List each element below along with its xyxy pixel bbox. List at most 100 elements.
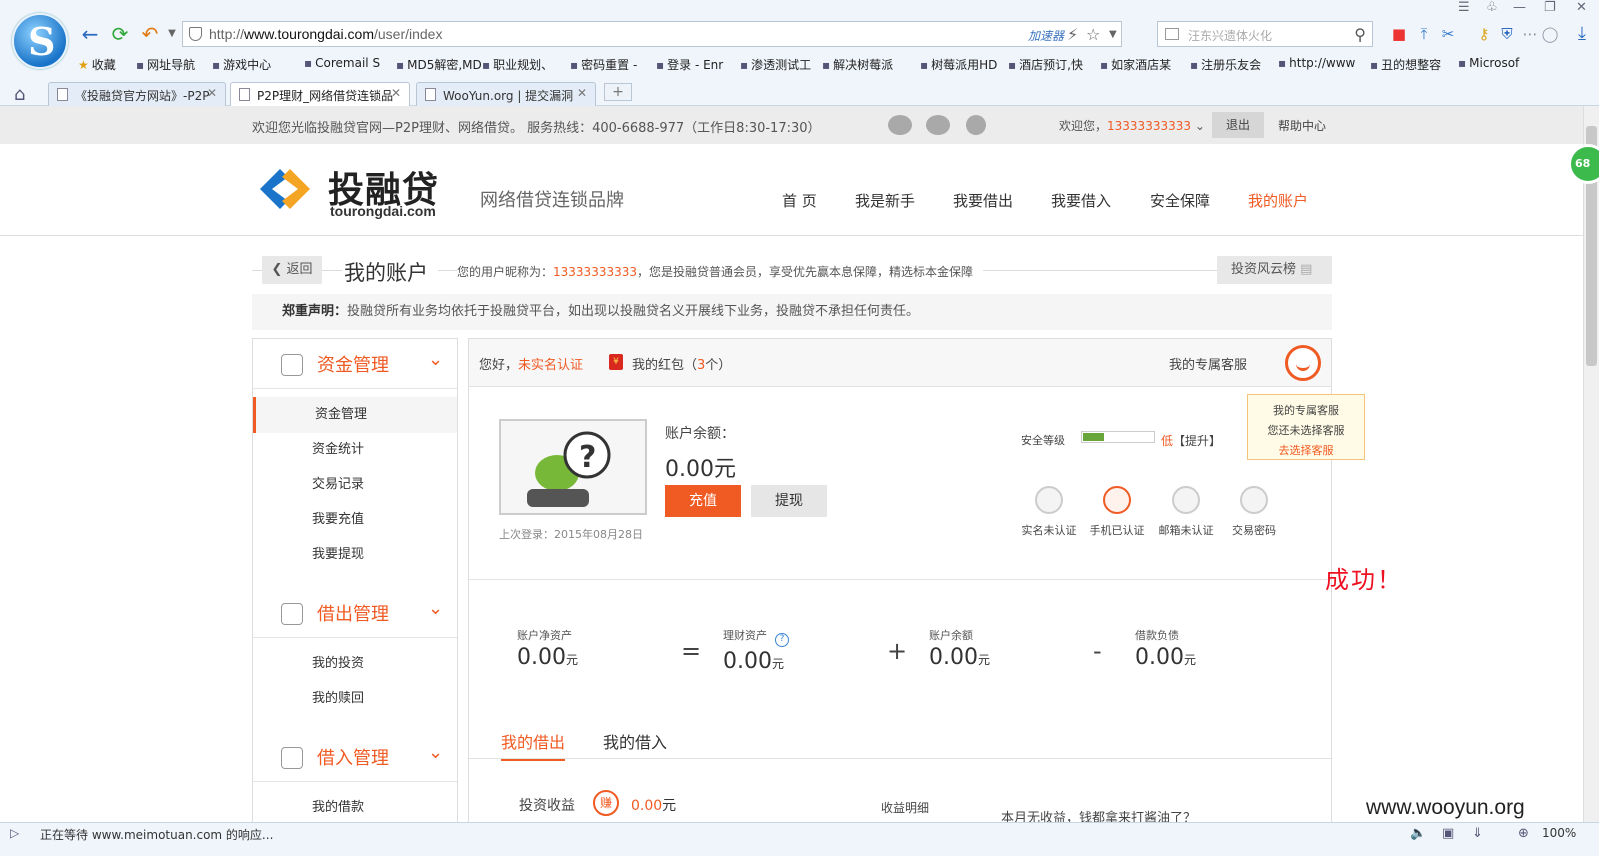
- star-icon[interactable]: ☆: [1086, 25, 1100, 44]
- bookmark-item[interactable]: ▪ 树莓派用HD: [920, 56, 997, 73]
- nav-item[interactable]: 我是新手: [855, 190, 915, 211]
- withdraw-button[interactable]: 提现: [751, 485, 827, 517]
- search-input[interactable]: 汪东兴遗体火化: [1188, 27, 1272, 44]
- lending-tab[interactable]: 我的借出: [501, 729, 566, 761]
- avatar[interactable]: ?: [499, 419, 647, 515]
- volume-icon[interactable]: 🔈: [1410, 826, 1426, 841]
- chevron-down-icon[interactable]: ⌄: [428, 742, 443, 763]
- skin-icon[interactable]: ♧: [1486, 0, 1498, 15]
- key-icon[interactable]: ⚷: [1474, 24, 1494, 44]
- back-arrow-icon[interactable]: ←: [78, 22, 102, 46]
- download-status-icon[interactable]: ⇓: [1472, 826, 1483, 841]
- sidebar-item[interactable]: 我的赎回: [253, 681, 457, 717]
- bookmark-item[interactable]: ▪ 密码重置 -: [570, 56, 637, 73]
- investment-rank-button[interactable]: 投资风云榜 ▤: [1217, 256, 1332, 284]
- screenshot-icon[interactable]: ▣: [1442, 826, 1454, 841]
- weibo-icon[interactable]: [888, 115, 912, 135]
- search-engine-icon[interactable]: [1165, 28, 1179, 40]
- customer-service-icon[interactable]: [1285, 345, 1321, 381]
- restore-icon[interactable]: ❐: [1544, 0, 1556, 15]
- chevron-down-icon[interactable]: ⌄: [428, 598, 443, 619]
- menu-circle-icon[interactable]: ◯: [1540, 24, 1560, 44]
- minimize-icon[interactable]: —: [1513, 0, 1526, 15]
- refresh-icon[interactable]: ⟳: [108, 22, 132, 46]
- new-tab-button[interactable]: +: [604, 83, 632, 101]
- lightning-icon[interactable]: ⚡: [1067, 25, 1078, 44]
- tab-close-icon[interactable]: ✕: [577, 86, 587, 100]
- help-icon[interactable]: ?: [775, 633, 789, 647]
- bookmark-item[interactable]: ▪ http://www: [1278, 56, 1355, 70]
- address-dropdown-icon[interactable]: ▼: [1109, 29, 1117, 40]
- zoom-icon[interactable]: ⊕: [1518, 826, 1529, 841]
- browser-tab[interactable]: WooYun.org | 提交漏洞 ✕: [416, 82, 596, 106]
- shield-extension-icon[interactable]: ⛨: [1497, 24, 1517, 44]
- chevron-down-icon[interactable]: ⌄: [428, 349, 443, 370]
- zoom-level[interactable]: 100%: [1542, 826, 1576, 840]
- nav-item[interactable]: 我的账户: [1248, 190, 1308, 211]
- bookmark-item[interactable]: ▪ Coremail S: [304, 56, 380, 70]
- extension-download-icon[interactable]: ⤒: [1414, 24, 1434, 44]
- sidebar-item[interactable]: 我要提现: [253, 537, 457, 573]
- address-url[interactable]: http://www.tourongdai.com/user/index: [209, 26, 442, 42]
- back-button[interactable]: ❮ 返回: [262, 256, 322, 284]
- qq-icon[interactable]: [966, 115, 986, 135]
- sidebar-toggle-icon[interactable]: ▷: [10, 826, 19, 840]
- more-icon[interactable]: ⋯: [1520, 24, 1540, 44]
- verification-item[interactable]: 邮箱未认证: [1151, 486, 1221, 538]
- address-bar[interactable]: http://www.tourongdai.com/user/index 加速器…: [182, 21, 1122, 47]
- bookmark-item[interactable]: ▪ MD5解密,MD: [396, 56, 482, 73]
- download-icon[interactable]: ⤓: [1572, 24, 1592, 44]
- sidebar-item[interactable]: 交易记录: [253, 467, 457, 503]
- verification-item[interactable]: 实名未认证: [1014, 486, 1084, 538]
- nav-item[interactable]: 安全保障: [1150, 190, 1210, 211]
- sidebar-item[interactable]: 我的投资: [253, 646, 457, 682]
- bookmark-item[interactable]: ★ 收藏: [78, 56, 116, 73]
- bookmark-item[interactable]: ▪ 渗透测试工: [740, 56, 811, 73]
- logout-button[interactable]: 退出: [1212, 112, 1264, 138]
- verification-item[interactable]: 手机已认证: [1082, 486, 1152, 538]
- menu-icon[interactable]: ☰: [1458, 0, 1470, 15]
- browser-tab[interactable]: 《投融贷官方网站》-P2P ✕: [48, 82, 226, 106]
- bookmark-item[interactable]: ▪ 网址导航: [136, 56, 195, 73]
- wechat-icon[interactable]: [926, 115, 950, 135]
- extension-pink-icon[interactable]: ■: [1389, 24, 1409, 44]
- bookmark-item[interactable]: ▪ 游戏中心: [212, 56, 271, 73]
- sidebar-item[interactable]: 我要充值: [253, 502, 457, 538]
- close-window-icon[interactable]: ✕: [1576, 0, 1587, 15]
- undo-dropdown-icon[interactable]: ▼: [160, 22, 184, 46]
- nav-item[interactable]: 我要借入: [1051, 190, 1111, 211]
- scrollbar[interactable]: [1583, 106, 1599, 836]
- sidebar-item[interactable]: 资金统计: [253, 432, 457, 468]
- security-upgrade-link[interactable]: 【提升】: [1173, 432, 1221, 449]
- bookmark-item[interactable]: ▪ 职业规划、: [482, 56, 553, 73]
- browser-tab[interactable]: P2P理财_网络借贷连锁品 ✕: [230, 82, 410, 106]
- lending-tab[interactable]: 我的借入: [603, 729, 667, 753]
- user-greeting[interactable]: 欢迎您，13333333333 ⌄: [1059, 117, 1205, 134]
- tab-close-icon[interactable]: ✕: [391, 86, 401, 100]
- verification-item[interactable]: 交易密码: [1219, 486, 1289, 538]
- bookmark-item[interactable]: ▪ 如家酒店某: [1100, 56, 1171, 73]
- sidebar-section-header[interactable]: 资金管理 ⌄: [253, 339, 457, 389]
- tab-close-icon[interactable]: ✕: [207, 86, 217, 100]
- scissors-icon[interactable]: ✂: [1438, 24, 1458, 44]
- verify-status-link[interactable]: 未实名认证: [518, 358, 583, 373]
- sidebar-section-header[interactable]: 借出管理 ⌄: [253, 588, 457, 638]
- sidebar-item[interactable]: 我的借款: [253, 790, 457, 826]
- nav-item[interactable]: 我要借出: [953, 190, 1013, 211]
- sidebar-section-header[interactable]: 借入管理 ⌄: [253, 732, 457, 782]
- earnings-detail-label[interactable]: 收益明细: [881, 799, 929, 816]
- search-box[interactable]: 汪东兴遗体火化 ⚲: [1157, 21, 1373, 47]
- nav-item[interactable]: 首 页: [782, 190, 817, 211]
- bookmark-item[interactable]: ▪ 解决树莓派: [822, 56, 893, 73]
- accelerator-label[interactable]: 加速器: [1028, 27, 1064, 44]
- search-icon[interactable]: ⚲: [1354, 25, 1366, 44]
- browser-logo-icon[interactable]: S: [12, 13, 68, 69]
- help-center-link[interactable]: 帮助中心: [1278, 117, 1326, 134]
- undo-icon[interactable]: ↶: [138, 22, 162, 46]
- recharge-button[interactable]: 充值: [665, 485, 741, 517]
- bookmark-item[interactable]: ▪ 登录 - Enr: [656, 56, 723, 73]
- bookmark-item[interactable]: ▪ 注册乐友会: [1190, 56, 1261, 73]
- bookmark-item[interactable]: ▪ Microsof: [1458, 56, 1519, 70]
- sidebar-item[interactable]: 资金管理: [253, 397, 457, 433]
- bookmark-item[interactable]: ▪ 酒店预订,快: [1008, 56, 1083, 73]
